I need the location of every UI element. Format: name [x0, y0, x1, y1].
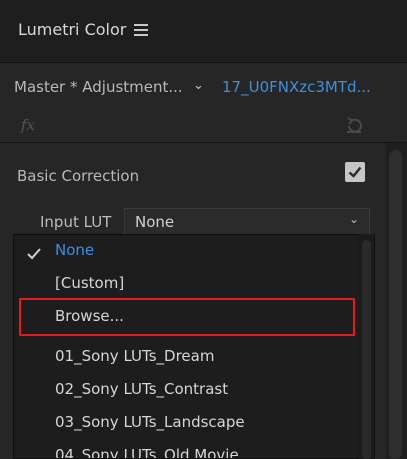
dropdown-option-label: 01_Sony LUTs_Dream — [55, 347, 215, 365]
dropdown-option-label: 04_Sony LUTs_Old Movie — [55, 446, 239, 459]
reset-icon[interactable] — [343, 114, 365, 136]
panel-scrollbar-thumb[interactable] — [389, 150, 402, 459]
dropdown-option-lut[interactable]: 03_Sony LUTs_Landscape — [14, 407, 374, 439]
hamburger-icon[interactable] — [134, 24, 148, 36]
master-clip-label[interactable]: Master * Adjustment... — [14, 78, 183, 96]
section-enable-checkbox[interactable] — [345, 162, 365, 182]
chevron-down-icon[interactable]: ⌄ — [349, 212, 359, 226]
dropdown-option-custom[interactable]: [Custom] — [14, 268, 374, 300]
lut-dropdown-menu: None [Custom] Browse... 01_Sony LUTs_Dre… — [13, 234, 375, 459]
dropdown-option-none[interactable]: None — [14, 235, 374, 267]
input-lut-select-value[interactable]: None — [135, 213, 174, 231]
dropdown-option-label: None — [55, 241, 95, 259]
chevron-down-icon[interactable]: ⌄ — [193, 78, 204, 93]
section-title[interactable]: Basic Correction — [17, 167, 139, 185]
highlight-box — [19, 298, 355, 336]
checkmark-icon — [27, 245, 41, 264]
dropdown-option-lut[interactable]: 04_Sony LUTs_Old Movie — [14, 440, 374, 459]
panel-title: Lumetri Color — [18, 20, 127, 39]
dropdown-option-label: [Custom] — [55, 274, 125, 292]
dropdown-option-label: 03_Sony LUTs_Landscape — [55, 413, 245, 431]
dropdown-option-lut[interactable]: 01_Sony LUTs_Dream — [14, 341, 374, 373]
input-lut-label: Input LUT — [40, 213, 112, 231]
dropdown-option-lut[interactable]: 02_Sony LUTs_Contrast — [14, 374, 374, 406]
fx-icon[interactable]: fx — [21, 116, 35, 134]
dropdown-scrollbar-thumb[interactable] — [362, 240, 371, 459]
dropdown-option-label: 02_Sony LUTs_Contrast — [55, 380, 229, 398]
clip-name-dropdown[interactable]: 17_U0FNXzc3MTd... — [222, 78, 371, 96]
